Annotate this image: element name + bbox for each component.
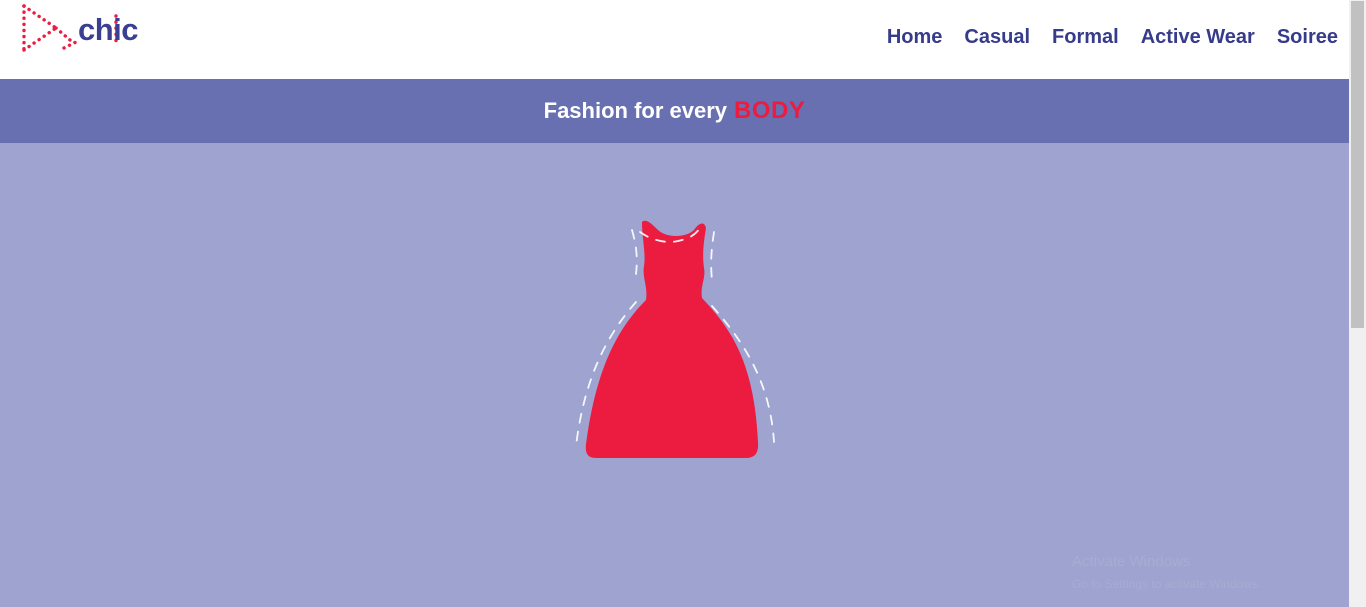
activate-windows-watermark: Activate Windows Go to Settings to activ… <box>1072 551 1261 595</box>
brand-logo[interactable]: chic <box>20 2 148 56</box>
nav-home[interactable]: Home <box>887 26 943 49</box>
nav-casual[interactable]: Casual <box>964 26 1030 49</box>
scrollbar-thumb[interactable] <box>1351 1 1364 328</box>
dress-shape <box>585 220 759 458</box>
nav-soiree[interactable]: Soiree <box>1277 26 1338 49</box>
tagline-banner: Fashion for every BODY <box>0 79 1349 143</box>
red-dress-icon <box>575 220 775 458</box>
nav-formal[interactable]: Formal <box>1052 26 1119 49</box>
tagline-accent: BODY <box>734 97 806 124</box>
nav-active-wear[interactable]: Active Wear <box>1141 26 1255 49</box>
tagline-text: Fashion for every <box>543 98 728 123</box>
watermark-subtitle: Go to Settings to activate Windows. <box>1072 577 1262 591</box>
main-nav: Home Casual Formal Active Wear Soiree <box>887 26 1338 49</box>
brand-name: chic <box>78 12 139 47</box>
site-header: chic Home Casual Formal Active Wear Soir… <box>0 0 1349 79</box>
watermark-title: Activate Windows <box>1072 553 1191 570</box>
page: chic Home Casual Formal Active Wear Soir… <box>0 0 1366 607</box>
